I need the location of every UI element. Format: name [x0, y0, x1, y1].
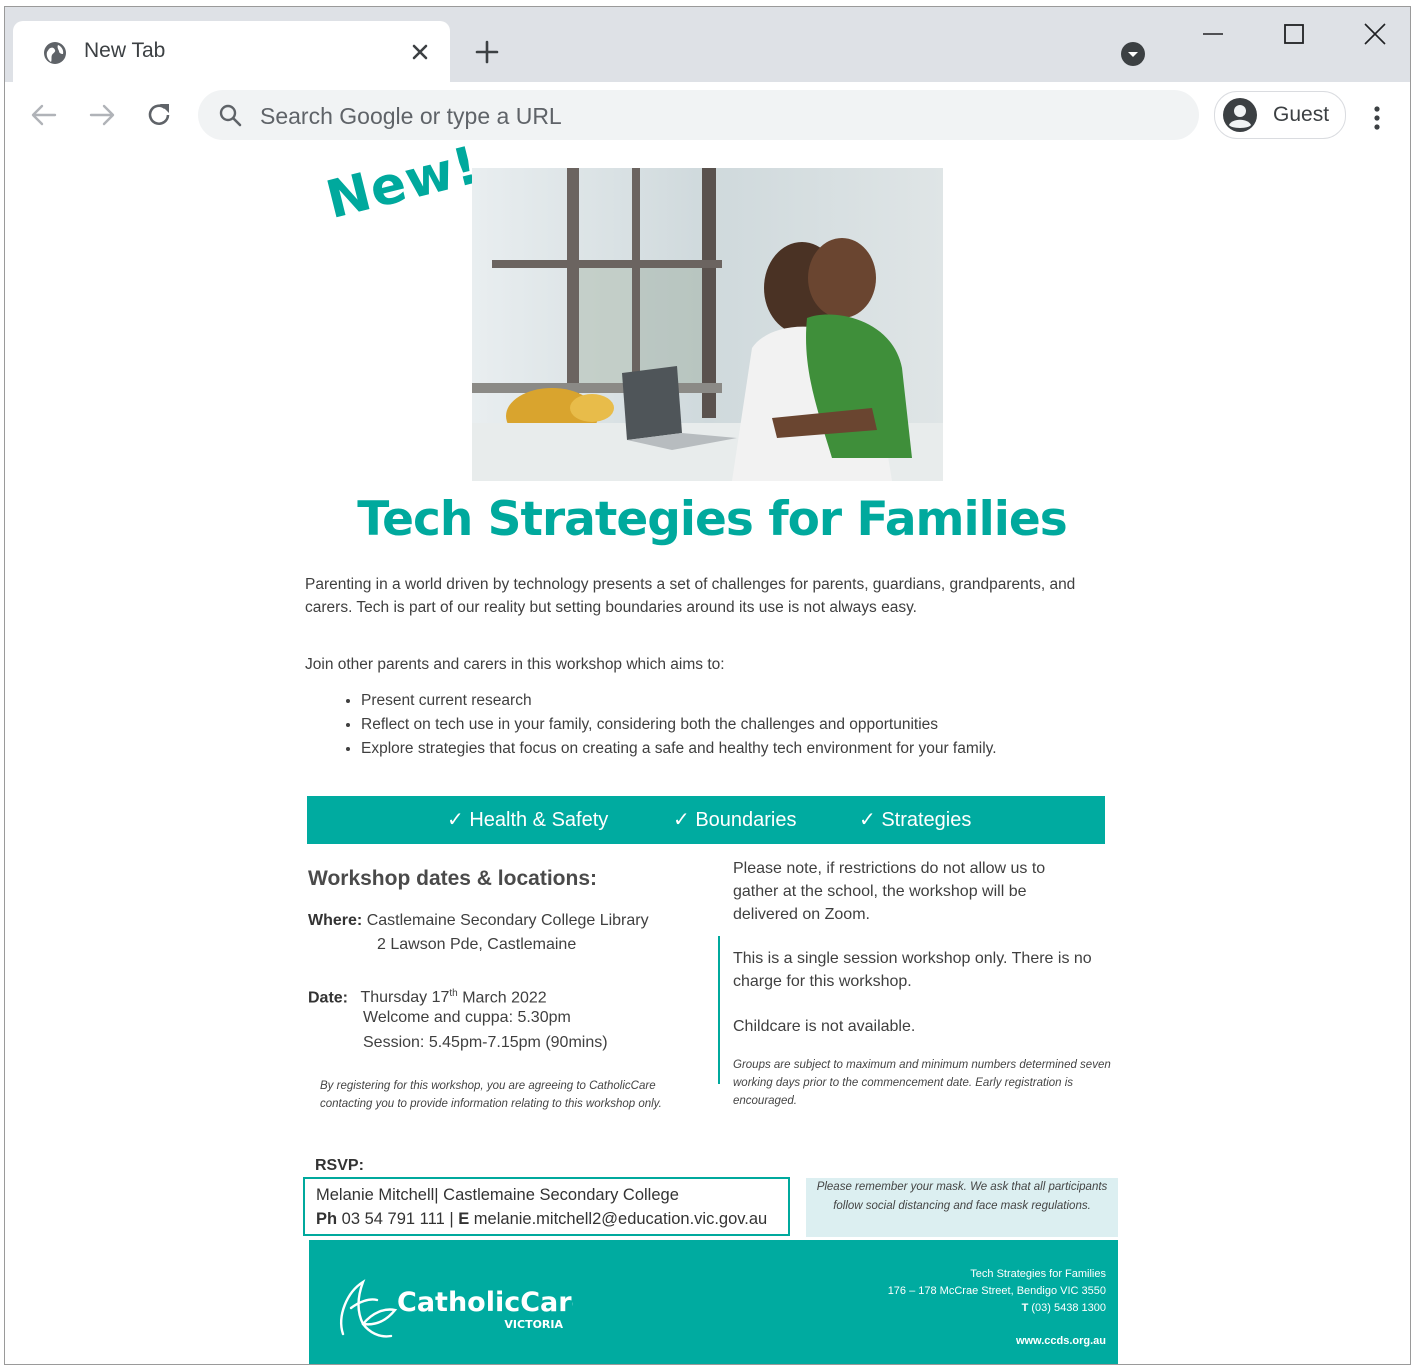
consent-note: By registering for this workshop, you ar…	[320, 1080, 662, 1110]
omnibox[interactable]	[198, 90, 1199, 140]
date-label: Date:	[308, 989, 349, 1007]
welcome-time: Welcome and cuppa: 5.30pm	[363, 1009, 571, 1026]
tab-title: New Tab	[84, 39, 166, 62]
tab-search-icon[interactable]	[1119, 40, 1147, 68]
close-icon[interactable]	[407, 39, 433, 65]
search-icon	[219, 104, 242, 127]
column-divider	[718, 936, 720, 1084]
join-paragraph: Join other parents and carers in this wo…	[305, 656, 725, 673]
flyer-page: New! Tech Strategies for Families Parent…	[297, 135, 1118, 1364]
flyer-headline: Tech Strategies for Families	[357, 492, 1067, 547]
list-item: Reflect on tech use in your family, cons…	[361, 713, 1151, 737]
rsvp-email: melanie.mitchell2@education.vic.gov.au	[469, 1210, 768, 1228]
rsvp-contact-name: Melanie Mitchell| Castlemaine Secondary …	[316, 1186, 679, 1204]
where-line-1: Where: Castlemaine Secondary College Lib…	[308, 910, 649, 932]
where-address: 2 Lawson Pde, Castlemaine	[377, 936, 577, 953]
rsvp-contact-details: Ph 03 54 791 111 | E melanie.mitchell2@e…	[316, 1210, 767, 1229]
footer-phone-line: T (03) 5438 1300	[888, 1300, 1106, 1317]
rsvp-phone: 03 54 791 111 |	[337, 1210, 459, 1228]
reload-icon[interactable]	[144, 100, 174, 130]
workshop-title: Workshop dates & locations:	[308, 867, 597, 890]
date-month: March 2022	[457, 989, 547, 1007]
browser-toolbar: Guest	[5, 82, 1410, 148]
rsvp-label: RSVP:	[315, 1157, 364, 1174]
avatar-icon	[1223, 98, 1257, 132]
topics-banner: ✓ Health & Safety ✓ Boundaries ✓ Strateg…	[307, 796, 1105, 844]
topic-boundaries: ✓ Boundaries	[673, 809, 797, 831]
restrictions-note: Please note, if restrictions do not allo…	[733, 860, 1046, 923]
footer-website[interactable]: www.ccds.org.au	[1016, 1335, 1106, 1347]
minimize-icon[interactable]	[1200, 21, 1226, 47]
logo-subtitle: VICTORIA	[504, 1318, 563, 1331]
forward-arrow-icon[interactable]	[87, 100, 117, 130]
logo-wordmark: CatholicCare	[397, 1287, 573, 1318]
date-suffix: th	[449, 988, 458, 999]
session-time: Session: 5.45pm-7.15pm (90mins)	[363, 1034, 608, 1051]
browser-window: New Tab Search Google or type a URL Gues…	[4, 6, 1411, 1365]
list-item: Present current research	[361, 689, 1151, 713]
list-item: Explore strategies that focus on creatin…	[361, 737, 1151, 761]
intro-paragraph: Parenting in a world driven by technolog…	[305, 576, 1076, 616]
plus-icon[interactable]	[473, 38, 501, 66]
footer-address-block: Tech Strategies for Families 176 – 178 M…	[888, 1266, 1106, 1317]
catholiccare-logo: CatholicCare VICTORIA	[340, 1279, 573, 1338]
topic-strategies: ✓ Strategies	[859, 809, 972, 831]
kebab-menu-icon[interactable]	[1367, 104, 1387, 132]
butterfly-icon	[340, 1279, 398, 1338]
rsvp-box: Melanie Mitchell| Castlemaine Secondary …	[303, 1177, 790, 1236]
flyer-footer: CatholicCare VICTORIA Tech Strategies fo…	[309, 1240, 1118, 1364]
where-label: Where:	[308, 912, 363, 929]
footer-title: Tech Strategies for Families	[970, 1268, 1106, 1280]
footer-phone: (03) 5438 1300	[1028, 1302, 1106, 1314]
topic-health-safety: ✓ Health & Safety	[447, 809, 609, 831]
rsvp-phone-label: Ph	[316, 1210, 338, 1228]
back-arrow-icon[interactable]	[29, 100, 59, 130]
family-photo	[472, 168, 943, 481]
mask-note-text: Please remember your mask. We ask that a…	[816, 1181, 1108, 1212]
date-day: Thursday 17	[360, 989, 450, 1007]
where-venue: Castlemaine Secondary College Library	[366, 912, 649, 929]
rsvp-email-label: E	[458, 1210, 470, 1228]
maximize-icon[interactable]	[1281, 21, 1307, 47]
omnibox-input[interactable]	[258, 98, 1162, 134]
mask-note: Please remember your mask. We ask that a…	[806, 1178, 1118, 1237]
profile-button[interactable]: Guest	[1214, 91, 1346, 139]
globe-icon	[44, 42, 66, 64]
tab-strip: New Tab	[5, 7, 1410, 82]
page-viewport: New! Tech Strategies for Families Parent…	[5, 135, 1410, 1364]
new-badge: New!	[320, 135, 485, 231]
date-line: Date: Thursday 17th March 2022	[308, 983, 547, 1009]
single-session-note: This is a single session workshop only. …	[733, 950, 1092, 990]
window-close-icon[interactable]	[1362, 21, 1388, 47]
profile-name: Guest	[1273, 103, 1330, 126]
groups-note: Groups are subject to maximum and minimu…	[733, 1059, 1111, 1107]
childcare-note: Childcare is not available.	[733, 1018, 916, 1035]
aims-list: Present current research Reflect on tech…	[305, 689, 1151, 761]
footer-address: 176 – 178 McCrae Street, Bendigo VIC 355…	[887, 1285, 1106, 1297]
tab-new-tab[interactable]: New Tab	[13, 21, 450, 82]
